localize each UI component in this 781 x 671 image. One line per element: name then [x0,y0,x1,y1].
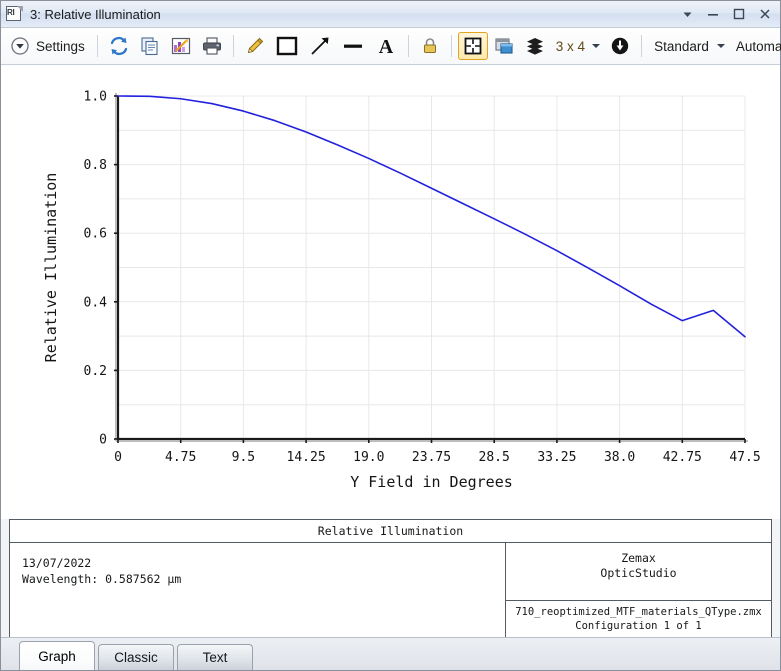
chevron-down-icon [717,44,725,48]
window-menu-dropdown-icon[interactable] [674,2,700,26]
view-tabs: Graph Classic Text [1,637,780,670]
info-body: 13/07/2022 Wavelength: 0.587562 µm Zemax… [10,543,771,637]
svg-text:Relative Illumination: Relative Illumination [42,173,60,363]
graph-canvas[interactable]: 0 0.2 0.4 0.6 0.8 1.0 0 4.75 9.5 14.25 19.0 23.75 28… [1,65,780,519]
tab-classic-label: Classic [114,650,158,665]
info-title: Relative Illumination [10,520,771,543]
plot-info-panel: Relative Illumination 13/07/2022 Wavelen… [9,519,772,637]
toolbar-separator [451,35,452,57]
settings-button[interactable]: Settings [5,32,91,60]
svg-text:1.0: 1.0 [84,90,107,105]
settings-label: Settings [34,39,87,54]
annotate-pencil-icon [244,35,266,57]
grid-layout-dropdown[interactable]: 3 x 4 [551,32,604,60]
svg-text:0: 0 [99,433,107,448]
tab-classic[interactable]: Classic [98,644,174,670]
ri-document-icon: RI [6,6,24,23]
text-tool-button[interactable]: A [370,32,402,60]
toolbar-separator [233,35,234,57]
tab-text[interactable]: Text [177,644,253,670]
line-tool-button[interactable] [337,32,369,60]
refresh-button[interactable] [104,32,134,60]
file-block: 710_reoptimized_MTF_materials_QType.zmx … [506,601,771,637]
refresh-icon [108,35,130,57]
scale-dropdown[interactable]: Automatic [730,32,781,60]
svg-text:38.0: 38.0 [604,450,635,465]
close-icon[interactable] [752,2,778,26]
configuration-label: Configuration 1 of 1 [575,619,701,633]
lock-button[interactable] [415,32,445,60]
rectangle-tool-button[interactable] [271,32,303,60]
info-date: 13/07/2022 [22,555,505,571]
svg-text:0: 0 [114,450,122,465]
file-name: 710_reoptimized_MTF_materials_QType.zmx [515,605,762,619]
lock-icon [419,35,441,57]
layers-icon [524,35,546,57]
chevron-down-icon [592,44,600,48]
detach-window-button[interactable] [489,32,519,60]
annotate-pencil-button[interactable] [240,32,270,60]
svg-text:0.8: 0.8 [84,158,107,173]
maximize-icon[interactable] [726,2,752,26]
svg-text:A: A [379,36,394,58]
minimize-icon[interactable] [700,2,726,26]
style-dropdown[interactable]: Standard [648,32,729,60]
line-icon [341,34,365,58]
rectangle-icon [275,34,299,58]
info-right: Zemax OpticStudio 710_reoptimized_MTF_ma… [506,543,771,637]
svg-text:19.0: 19.0 [353,450,384,465]
relative-illumination-plot: 0 0.2 0.4 0.6 0.8 1.0 0 4.75 9.5 14.25 19.0 23.75 28… [1,65,780,495]
svg-text:4.75: 4.75 [165,450,196,465]
arrow-icon [308,34,332,58]
layers-button[interactable] [520,32,550,60]
brand-line-1: Zemax [621,551,656,566]
svg-text:0.2: 0.2 [84,364,107,379]
brand-block: Zemax OpticStudio [506,543,771,601]
svg-text:47.5: 47.5 [729,450,760,465]
scale-label: Automatic [734,39,781,54]
settings-chevron-icon [9,35,31,57]
svg-text:9.5: 9.5 [232,450,255,465]
svg-text:23.75: 23.75 [412,450,451,465]
page-title: 3: Relative Illumination [30,7,674,22]
print-button[interactable] [197,32,227,60]
plot-axis-titles: Y Field in Degrees Relative Illumination [42,173,513,491]
svg-text:0.6: 0.6 [84,227,107,242]
svg-text:Y Field in Degrees: Y Field in Degrees [350,473,513,491]
arrow-tool-button[interactable] [304,32,336,60]
power-icon [609,35,631,57]
style-label: Standard [652,39,711,54]
plot-tick-labels: 0 0.2 0.4 0.6 0.8 1.0 0 4.75 9.5 14.25 19.0 23.75 28… [84,90,761,466]
window-title-bar: RI 3: Relative Illumination [1,1,780,28]
copy-button[interactable] [135,32,165,60]
toolbar-separator [641,35,642,57]
copy-icon [139,35,161,57]
grid-layout-label: 3 x 4 [555,39,586,54]
toolbar-separator [408,35,409,57]
svg-text:42.75: 42.75 [663,450,702,465]
graph-toolbar: Settings [1,28,780,65]
info-wavelength: Wavelength: 0.587562 µm [22,571,505,587]
fit-window-button[interactable] [458,32,488,60]
power-button[interactable] [605,32,635,60]
fit-window-icon [462,35,484,57]
svg-text:14.25: 14.25 [287,450,326,465]
detach-window-icon [493,35,515,57]
window-controls [674,2,778,26]
plot-gridlines [118,96,745,439]
text-icon: A [374,34,398,58]
save-image-icon [170,35,192,57]
tab-graph[interactable]: Graph [19,641,95,670]
svg-text:0.4: 0.4 [84,295,108,310]
info-left: 13/07/2022 Wavelength: 0.587562 µm [10,543,506,637]
save-image-button[interactable] [166,32,196,60]
svg-text:33.25: 33.25 [537,450,576,465]
tab-text-label: Text [203,650,228,665]
print-icon [201,35,223,57]
relative-illumination-window: RI 3: Relative Illumination [0,0,781,671]
tab-graph-label: Graph [38,649,76,664]
svg-text:28.5: 28.5 [479,450,510,465]
toolbar-separator [97,35,98,57]
brand-line-2: OpticStudio [600,566,676,581]
